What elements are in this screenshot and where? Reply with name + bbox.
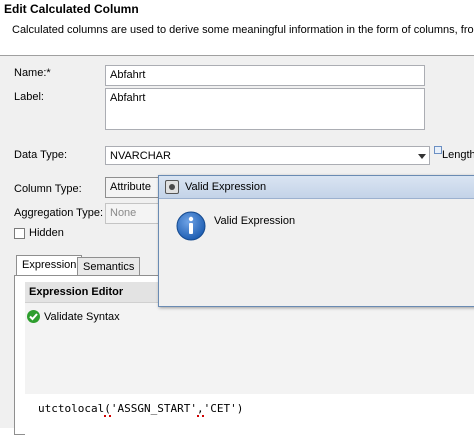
hidden-label: Hidden: [29, 227, 64, 239]
valid-expression-dialog: Valid Expression Valid Expression: [158, 175, 474, 307]
expression-editor-title: Expression Editor: [29, 286, 124, 298]
field-info-icon: [434, 146, 442, 154]
info-icon: [175, 210, 207, 242]
dialog-titlebar[interactable]: Valid Expression: [159, 176, 474, 199]
dialog-title: Valid Expression: [185, 181, 267, 193]
expression-code-editor[interactable]: utctolocal('ASSGN_START','CET'): [25, 394, 474, 436]
check-circle-icon[interactable]: [27, 310, 40, 323]
aggregation-type-value: None: [110, 207, 137, 219]
dialog-message: Valid Expression: [214, 215, 296, 227]
label-label: Label:: [14, 91, 44, 103]
name-field[interactable]: Abfahrt: [105, 65, 425, 86]
chevron-down-icon: [418, 154, 426, 159]
data-type-select[interactable]: NVARCHAR: [105, 146, 430, 165]
code-comma: ,: [196, 402, 204, 417]
code-close-paren: ): [236, 402, 244, 415]
code-argument-1: 'ASSGN_START': [110, 402, 197, 415]
length-label: Length: [442, 149, 474, 161]
column-type-value: Attribute: [110, 181, 151, 193]
name-label: Name:*: [14, 67, 51, 79]
app-icon: [165, 180, 179, 194]
data-type-label: Data Type:: [14, 149, 67, 161]
expression-code: utctolocal('ASSGN_START','CET'): [38, 402, 244, 417]
page-title: Edit Calculated Column: [4, 2, 139, 16]
data-type-value: NVARCHAR: [110, 150, 171, 162]
aggregation-type-label: Aggregation Type:: [14, 207, 104, 219]
dialog-header: Edit Calculated Column Calculated column…: [0, 0, 474, 46]
code-argument-2: 'CET': [203, 402, 237, 415]
column-type-select[interactable]: Attribute: [105, 177, 163, 198]
hidden-checkbox[interactable]: [14, 228, 25, 239]
page-description: Calculated columns are used to derive so…: [12, 24, 474, 36]
aggregation-type-select[interactable]: None: [105, 203, 163, 224]
column-type-label: Column Type:: [14, 183, 82, 195]
tab-expression[interactable]: Expression: [16, 255, 83, 276]
tab-semantics[interactable]: Semantics: [77, 257, 141, 276]
label-field[interactable]: Abfahrt: [105, 88, 425, 130]
code-function: utctolocal: [38, 402, 105, 415]
code-open-paren: (: [104, 402, 111, 417]
validate-syntax-link[interactable]: Validate Syntax: [44, 311, 120, 323]
